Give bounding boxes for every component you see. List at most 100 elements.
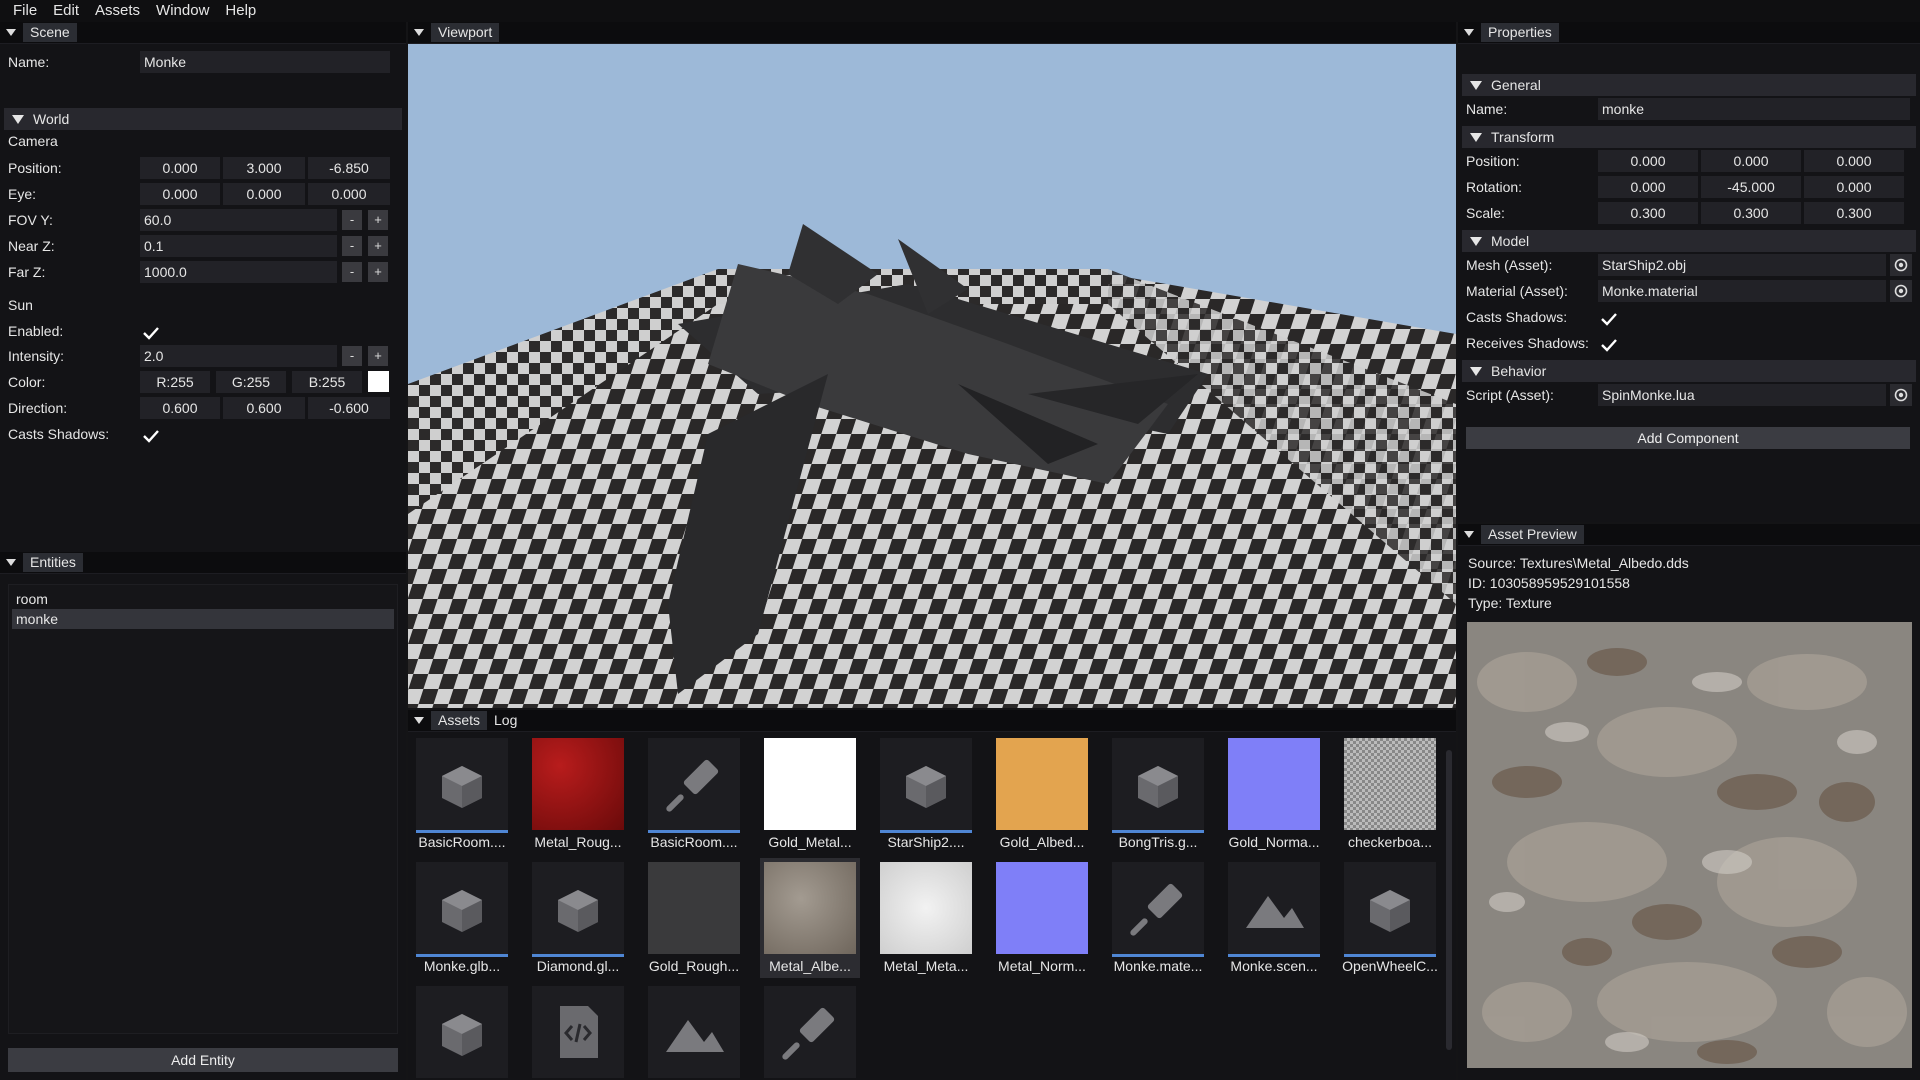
asset-tile[interactable]: StarShip2.... (876, 734, 976, 854)
rotation-x[interactable]: 0.000 (1598, 176, 1698, 198)
farz-field[interactable]: 1000.0 (140, 261, 337, 283)
direction-y[interactable]: 0.600 (223, 397, 305, 419)
asset-tile[interactable] (644, 982, 744, 1080)
asset-tile[interactable]: Gold_Albed... (992, 734, 1092, 854)
asset-tile[interactable]: Metal_Meta... (876, 858, 976, 978)
model-casts-shadows-checkbox[interactable] (1598, 308, 1620, 330)
camera-position-z[interactable]: -6.850 (308, 157, 390, 179)
asset-tile[interactable] (528, 982, 628, 1080)
asset-tile[interactable]: BasicRoom.... (412, 734, 512, 854)
asset-type-underline (1112, 830, 1204, 833)
farz-increment-button[interactable]: + (368, 262, 388, 282)
tab-entities[interactable]: Entities (23, 553, 83, 572)
nearz-decrement-button[interactable]: - (342, 236, 362, 256)
farz-decrement-button[interactable]: - (342, 262, 362, 282)
receives-shadows-checkbox[interactable] (1598, 334, 1620, 356)
position-z[interactable]: 0.000 (1804, 150, 1904, 172)
add-entity-button[interactable]: Add Entity (8, 1048, 398, 1072)
scene-name-field[interactable]: Monke (140, 51, 390, 73)
menu-help[interactable]: Help (217, 0, 264, 22)
collapse-arrow-icon[interactable] (1464, 531, 1474, 538)
tab-scene[interactable]: Scene (23, 23, 77, 42)
entity-item-monke[interactable]: monke (12, 609, 394, 629)
mesh-field[interactable]: StarShip2.obj (1598, 254, 1886, 276)
asset-tile[interactable]: Monke.scen... (1224, 858, 1324, 978)
asset-tile[interactable]: Metal_Roug... (528, 734, 628, 854)
asset-tile[interactable]: BasicRoom.... (644, 734, 744, 854)
asset-tile[interactable]: checkerboa... (1340, 734, 1440, 854)
camera-position-y[interactable]: 3.000 (223, 157, 305, 179)
mesh-picker-button[interactable] (1890, 254, 1912, 276)
fovy-decrement-button[interactable]: - (342, 210, 362, 230)
nearz-field[interactable]: 0.1 (140, 235, 337, 257)
camera-eye-x[interactable]: 0.000 (140, 183, 220, 205)
asset-tile[interactable]: Diamond.gl... (528, 858, 628, 978)
behavior-section-header[interactable]: Behavior (1462, 360, 1916, 382)
viewport-canvas[interactable] (408, 44, 1456, 708)
position-x[interactable]: 0.000 (1598, 150, 1698, 172)
camera-position-x[interactable]: 0.000 (140, 157, 220, 179)
asset-tile[interactable]: Gold_Metal... (760, 734, 860, 854)
rotation-y[interactable]: -45.000 (1701, 176, 1801, 198)
scale-x[interactable]: 0.300 (1598, 202, 1698, 224)
tab-properties[interactable]: Properties (1481, 23, 1559, 42)
asset-tile[interactable]: BongTris.g... (1108, 734, 1208, 854)
scale-y[interactable]: 0.300 (1701, 202, 1801, 224)
color-b-field[interactable]: B:255 (292, 371, 362, 393)
menu-file[interactable]: File (5, 0, 45, 22)
cube-icon (880, 738, 972, 830)
menu-window[interactable]: Window (148, 0, 217, 22)
asset-tile[interactable]: Metal_Norm... (992, 858, 1092, 978)
collapse-arrow-icon[interactable] (1464, 29, 1474, 36)
collapse-arrow-icon[interactable] (6, 559, 16, 566)
asset-tile[interactable] (760, 982, 860, 1080)
rotation-z[interactable]: 0.000 (1804, 176, 1904, 198)
scale-z[interactable]: 0.300 (1804, 202, 1904, 224)
model-section-header[interactable]: Model (1462, 230, 1916, 252)
camera-eye-z[interactable]: 0.000 (308, 183, 390, 205)
tab-viewport[interactable]: Viewport (431, 23, 500, 42)
collapse-arrow-icon[interactable] (6, 29, 16, 36)
sun-enabled-checkbox[interactable] (140, 322, 162, 344)
collapse-arrow-icon[interactable] (414, 717, 424, 724)
asset-tile[interactable]: Monke.mate... (1108, 858, 1208, 978)
camera-eye-y[interactable]: 0.000 (223, 183, 305, 205)
intensity-decrement-button[interactable]: - (342, 346, 362, 366)
asset-tile[interactable]: Metal_Albe... (760, 858, 860, 978)
texture-thumbnail (764, 738, 856, 830)
entity-item-room[interactable]: room (12, 589, 394, 609)
intensity-increment-button[interactable]: + (368, 346, 388, 366)
intensity-field[interactable]: 2.0 (140, 345, 337, 367)
material-picker-button[interactable] (1890, 280, 1912, 302)
asset-tile[interactable]: Monke.glb... (412, 858, 512, 978)
tab-assets[interactable]: Assets (431, 711, 488, 730)
color-g-field[interactable]: G:255 (216, 371, 286, 393)
tab-asset-preview[interactable]: Asset Preview (1481, 525, 1584, 544)
asset-tile[interactable]: Gold_Rough... (644, 858, 744, 978)
collapse-arrow-icon[interactable] (414, 29, 424, 36)
general-section-header[interactable]: General (1462, 74, 1916, 96)
fovy-increment-button[interactable]: + (368, 210, 388, 230)
direction-x[interactable]: 0.600 (140, 397, 220, 419)
asset-scrollbar[interactable] (1446, 750, 1452, 1050)
tab-log[interactable]: Log (487, 711, 524, 730)
script-picker-button[interactable] (1890, 384, 1912, 406)
asset-tile[interactable] (412, 982, 512, 1080)
nearz-increment-button[interactable]: + (368, 236, 388, 256)
fovy-field[interactable]: 60.0 (140, 209, 337, 231)
material-field[interactable]: Monke.material (1598, 280, 1886, 302)
position-y[interactable]: 0.000 (1701, 150, 1801, 172)
add-component-button[interactable]: Add Component (1466, 427, 1910, 449)
world-section-header[interactable]: World (4, 108, 402, 130)
direction-z[interactable]: -0.600 (308, 397, 390, 419)
asset-tile[interactable]: OpenWheelC... (1340, 858, 1440, 978)
color-swatch[interactable] (368, 371, 389, 392)
menu-assets[interactable]: Assets (87, 0, 148, 22)
color-r-field[interactable]: R:255 (140, 371, 210, 393)
menu-edit[interactable]: Edit (45, 0, 87, 22)
transform-section-header[interactable]: Transform (1462, 126, 1916, 148)
asset-tile[interactable]: Gold_Norma... (1224, 734, 1324, 854)
sun-casts-shadows-checkbox[interactable] (140, 425, 162, 447)
script-field[interactable]: SpinMonke.lua (1598, 384, 1886, 406)
entity-name-field[interactable]: monke (1598, 98, 1910, 120)
